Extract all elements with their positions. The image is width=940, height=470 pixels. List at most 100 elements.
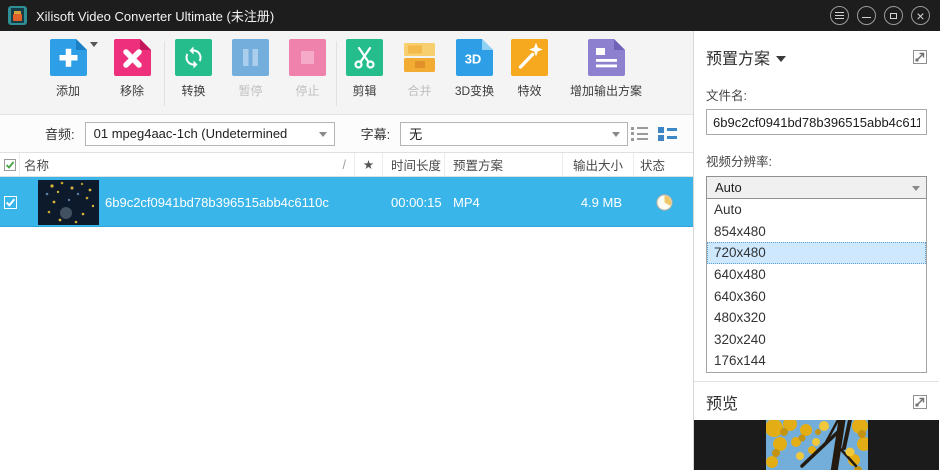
merge-label: 合并 <box>407 82 431 99</box>
effects-label: 特效 <box>517 82 541 99</box>
window-controls: × <box>830 6 930 25</box>
merge-button[interactable]: 合并 <box>392 39 447 99</box>
pause-button[interactable]: 暂停 <box>222 39 279 99</box>
convert-button[interactable]: 转换 <box>165 39 222 99</box>
remove-button[interactable]: 移除 <box>100 39 164 99</box>
close-button[interactable]: × <box>911 6 930 25</box>
convert-icon <box>175 39 212 76</box>
stop-button[interactable]: 停止 <box>279 39 336 99</box>
effects-wand-icon <box>511 39 548 76</box>
app-logo-icon <box>8 6 27 25</box>
pause-label: 暂停 <box>238 82 262 99</box>
column-header-status[interactable]: 状态 <box>634 153 694 176</box>
file-preset: MP4 <box>445 177 563 227</box>
toolbar: 添加 移除 转换 <box>0 31 693 115</box>
preview-title: 预览 <box>706 390 738 414</box>
clip-scissors-icon <box>346 39 383 76</box>
remove-file-icon <box>114 39 151 76</box>
svg-text:3D: 3D <box>465 52 482 67</box>
merge-icon <box>401 39 438 76</box>
preview-video-area[interactable] <box>694 420 939 470</box>
3d-convert-button[interactable]: 3D 3D变换 <box>447 39 502 99</box>
remove-label: 移除 <box>120 82 144 99</box>
expand-icon[interactable] <box>913 395 927 409</box>
stop-icon <box>289 39 326 76</box>
row-checkbox[interactable] <box>4 196 17 209</box>
audio-track-value: 01 mpeg4aac-1ch (Undetermined <box>94 126 288 141</box>
resolution-option-highlighted[interactable]: 720x480 <box>707 242 926 264</box>
audio-track-select[interactable]: 01 mpeg4aac-1ch (Undetermined <box>85 122 335 146</box>
expand-icon[interactable] <box>913 50 927 64</box>
clip-label: 剪辑 <box>352 82 376 99</box>
app-window: Xilisoft Video Converter Ultimate (未注册) … <box>0 0 940 470</box>
add-button[interactable]: 添加 <box>36 39 100 99</box>
add-label: 添加 <box>56 82 80 99</box>
resolution-option[interactable]: 320x240 <box>707 329 926 351</box>
resolution-select[interactable]: Auto <box>706 176 927 199</box>
filename-input[interactable] <box>706 109 927 135</box>
subtitle-label: 字幕: <box>361 124 391 143</box>
clip-button[interactable]: 剪辑 <box>337 39 392 99</box>
view-toggles <box>631 127 677 141</box>
resolution-option[interactable]: 176x144 <box>707 350 926 372</box>
file-thumbnail <box>38 180 99 225</box>
resolution-option[interactable]: 640x360 <box>707 285 926 307</box>
column-header-name[interactable]: 名称 / <box>20 153 355 176</box>
add-output-profile-label: 增加输出方案 <box>570 82 642 99</box>
titlebar: Xilisoft Video Converter Ultimate (未注册) … <box>0 0 940 31</box>
resolution-value: Auto <box>715 180 742 195</box>
subtitle-select[interactable]: 无 <box>400 122 628 146</box>
list-view-icon[interactable] <box>631 127 648 141</box>
file-row-selected[interactable]: 6b9c2cf0941bd78b396515abb4c6110c 00:00:1… <box>0 177 693 227</box>
resolution-option[interactable]: 480x320 <box>707 307 926 329</box>
sort-indicator: / <box>343 158 346 172</box>
clock-icon <box>656 194 673 211</box>
window-title: Xilisoft Video Converter Ultimate (未注册) <box>36 6 274 25</box>
file-output-size: 4.9 MB <box>563 177 634 227</box>
resolution-options-list: Auto 854x480 720x480 640x480 640x360 480… <box>706 199 927 373</box>
add-dropdown-caret[interactable] <box>90 42 98 47</box>
effects-button[interactable]: 特效 <box>502 39 557 99</box>
file-name: 6b9c2cf0941bd78b396515abb4c6110c <box>105 195 329 210</box>
chevron-down-icon <box>612 132 620 137</box>
resolution-label: 视频分辨率: <box>706 151 927 170</box>
stop-label: 停止 <box>295 82 319 99</box>
resolution-option[interactable]: Auto <box>707 199 926 221</box>
file-table-header: 名称 / ★ 时间长度 预置方案 输出大小 状态 <box>0 152 693 177</box>
main-area: 添加 移除 转换 <box>0 31 694 470</box>
pause-icon <box>232 39 269 76</box>
preview-section: 预览 <box>694 381 939 470</box>
close-icon: × <box>916 9 924 23</box>
chevron-down-icon <box>319 132 327 137</box>
profile-dropdown-caret[interactable] <box>776 56 786 62</box>
column-header-star[interactable]: ★ <box>355 153 383 176</box>
minimize-icon <box>862 17 871 18</box>
column-header-duration[interactable]: 时间长度 <box>383 153 445 176</box>
resolution-option[interactable]: 640x480 <box>707 264 926 286</box>
chevron-down-icon <box>912 186 920 191</box>
minimize-button[interactable] <box>857 6 876 25</box>
convert-label: 转换 <box>181 82 205 99</box>
menu-icon <box>835 15 844 16</box>
stream-filter-row: 音频: 01 mpeg4aac-1ch (Undetermined 字幕: 无 <box>0 115 693 152</box>
add-file-icon <box>50 39 87 76</box>
menu-button[interactable] <box>830 6 849 25</box>
select-all-checkbox[interactable] <box>4 159 16 171</box>
file-list-empty-area <box>0 227 693 470</box>
column-header-preset[interactable]: 预置方案 <box>445 153 563 176</box>
profile-panel-title: 预置方案 <box>706 45 770 69</box>
file-star-cell <box>355 177 383 227</box>
file-duration: 00:00:15 <box>383 177 445 227</box>
3d-convert-label: 3D变换 <box>455 82 494 99</box>
resolution-option[interactable]: 854x480 <box>707 221 926 243</box>
audio-label: 音频: <box>45 124 75 143</box>
preview-frame-image <box>766 420 868 470</box>
column-header-size[interactable]: 输出大小 <box>563 153 634 176</box>
add-profile-icon <box>588 39 625 76</box>
subtitle-value: 无 <box>409 124 422 143</box>
detail-view-icon[interactable] <box>658 127 677 141</box>
add-output-profile-button[interactable]: 增加输出方案 <box>557 39 655 99</box>
maximize-button[interactable] <box>884 6 903 25</box>
profile-panel: 预置方案 文件名: 视频分辨率: Auto Auto 854x480 720x4 <box>694 31 939 470</box>
filename-label: 文件名: <box>706 85 927 104</box>
